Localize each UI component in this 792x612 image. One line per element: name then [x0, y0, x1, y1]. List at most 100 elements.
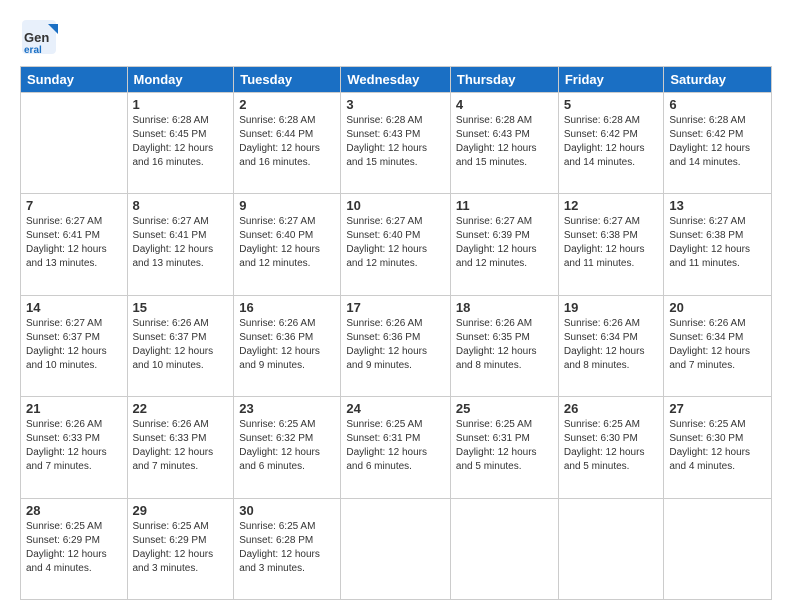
day-info: Sunrise: 6:25 AMSunset: 6:29 PMDaylight:…	[133, 520, 229, 576]
calendar-cell: 25 Sunrise: 6:25 AMSunset: 6:31 PMDayligh…	[450, 397, 558, 498]
day-number: 7	[26, 198, 122, 213]
calendar-cell: 11 Sunrise: 6:27 AMSunset: 6:39 PMDayligh…	[450, 194, 558, 295]
calendar-cell: 4Sunrise: 6:28 AMSunset: 6:43 PMDaylight…	[450, 93, 558, 194]
day-info: Sunrise: 6:26 AMSunset: 6:37 PMDaylight:…	[133, 317, 229, 373]
calendar-cell: 5 Sunrise: 6:28 AMSunset: 6:42 PMDaylight…	[558, 93, 664, 194]
calendar-cell: 6 Sunrise: 6:28 AMSunset: 6:42 PMDaylight…	[664, 93, 772, 194]
day-info: Sunrise: 6:26 AMSunset: 6:33 PMDaylight:…	[133, 418, 229, 474]
calendar-cell: 20Sunrise: 6:26 AMSunset: 6:34 PMDayligh…	[664, 295, 772, 396]
calendar-cell: 1 Sunrise: 6:28 AMSunset: 6:45 PMDaylight…	[127, 93, 234, 194]
weekday-header-wednesday: Wednesday	[341, 67, 451, 93]
calendar-cell	[664, 498, 772, 599]
calendar-cell: 8 Sunrise: 6:27 AMSunset: 6:41 PMDaylight…	[127, 194, 234, 295]
calendar-cell: 27 Sunrise: 6:25 AMSunset: 6:30 PMDayligh…	[664, 397, 772, 498]
day-info: Sunrise: 6:27 AMSunset: 6:41 PMDaylight:…	[133, 215, 229, 271]
day-number: 10	[346, 198, 445, 213]
weekday-header-saturday: Saturday	[664, 67, 772, 93]
day-info: Sunrise: 6:27 AMSunset: 6:41 PMDaylight:…	[26, 215, 122, 271]
weekday-header-sunday: Sunday	[21, 67, 128, 93]
calendar-cell: 3 Sunrise: 6:28 AMSunset: 6:43 PMDaylight…	[341, 93, 451, 194]
day-info: Sunrise: 6:27 AMSunset: 6:38 PMDaylight:…	[669, 215, 766, 271]
day-info: Sunrise: 6:25 AMSunset: 6:31 PMDaylight:…	[346, 418, 445, 474]
weekday-row: SundayMondayTuesdayWednesdayThursdayFrid…	[21, 67, 772, 93]
weekday-header-monday: Monday	[127, 67, 234, 93]
day-number: 3	[346, 97, 445, 112]
day-number: 29	[133, 503, 229, 518]
calendar-cell: 16Sunrise: 6:26 AMSunset: 6:36 PMDayligh…	[234, 295, 341, 396]
calendar-week-5: 28Sunrise: 6:25 AMSunset: 6:29 PMDayligh…	[21, 498, 772, 599]
svg-text:Gen: Gen	[24, 30, 49, 45]
calendar-week-1: 1 Sunrise: 6:28 AMSunset: 6:45 PMDaylight…	[21, 93, 772, 194]
day-info: Sunrise: 6:25 AMSunset: 6:31 PMDaylight:…	[456, 418, 553, 474]
day-info: Sunrise: 6:25 AMSunset: 6:28 PMDaylight:…	[239, 520, 335, 576]
day-info: Sunrise: 6:28 AMSunset: 6:43 PMDaylight:…	[456, 114, 553, 170]
calendar-cell: 15 Sunrise: 6:26 AMSunset: 6:37 PMDayligh…	[127, 295, 234, 396]
day-info: Sunrise: 6:26 AMSunset: 6:35 PMDaylight:…	[456, 317, 553, 373]
day-info: Sunrise: 6:25 AMSunset: 6:29 PMDaylight:…	[26, 520, 122, 576]
calendar-cell: 21 Sunrise: 6:26 AMSunset: 6:33 PMDayligh…	[21, 397, 128, 498]
calendar-cell: 18 Sunrise: 6:26 AMSunset: 6:35 PMDayligh…	[450, 295, 558, 396]
header: Gen eral	[20, 18, 772, 56]
calendar-cell: 26Sunrise: 6:25 AMSunset: 6:30 PMDayligh…	[558, 397, 664, 498]
calendar-cell: 13 Sunrise: 6:27 AMSunset: 6:38 PMDayligh…	[664, 194, 772, 295]
day-number: 19	[564, 300, 659, 315]
day-info: Sunrise: 6:26 AMSunset: 6:34 PMDaylight:…	[564, 317, 659, 373]
day-number: 1	[133, 97, 229, 112]
day-number: 8	[133, 198, 229, 213]
day-info: Sunrise: 6:26 AMSunset: 6:36 PMDaylight:…	[346, 317, 445, 373]
weekday-header-tuesday: Tuesday	[234, 67, 341, 93]
day-number: 16	[239, 300, 335, 315]
svg-text:eral: eral	[24, 45, 42, 56]
day-info: Sunrise: 6:26 AMSunset: 6:34 PMDaylight:…	[669, 317, 766, 373]
day-info: Sunrise: 6:27 AMSunset: 6:37 PMDaylight:…	[26, 317, 122, 373]
calendar-cell: 19 Sunrise: 6:26 AMSunset: 6:34 PMDayligh…	[558, 295, 664, 396]
day-number: 25	[456, 401, 553, 416]
calendar-cell: 23 Sunrise: 6:25 AMSunset: 6:32 PMDayligh…	[234, 397, 341, 498]
calendar-cell: 2Sunrise: 6:28 AMSunset: 6:44 PMDaylight…	[234, 93, 341, 194]
calendar-cell	[21, 93, 128, 194]
page: Gen eral SundayMondayTuesdayWednesdayThu…	[0, 0, 792, 612]
calendar-week-2: 7 Sunrise: 6:27 AMSunset: 6:41 PMDaylight…	[21, 194, 772, 295]
calendar-cell: 22 Sunrise: 6:26 AMSunset: 6:33 PMDayligh…	[127, 397, 234, 498]
day-number: 21	[26, 401, 122, 416]
day-info: Sunrise: 6:27 AMSunset: 6:38 PMDaylight:…	[564, 215, 659, 271]
day-info: Sunrise: 6:28 AMSunset: 6:45 PMDaylight:…	[133, 114, 229, 170]
day-info: Sunrise: 6:27 AMSunset: 6:40 PMDaylight:…	[239, 215, 335, 271]
day-number: 11	[456, 198, 553, 213]
calendar-cell: 14Sunrise: 6:27 AMSunset: 6:37 PMDayligh…	[21, 295, 128, 396]
day-number: 15	[133, 300, 229, 315]
logo: Gen eral	[20, 18, 60, 56]
calendar-cell: 28Sunrise: 6:25 AMSunset: 6:29 PMDayligh…	[21, 498, 128, 599]
day-number: 13	[669, 198, 766, 213]
day-info: Sunrise: 6:25 AMSunset: 6:30 PMDaylight:…	[669, 418, 766, 474]
calendar-cell: 7 Sunrise: 6:27 AMSunset: 6:41 PMDaylight…	[21, 194, 128, 295]
calendar-cell: 12 Sunrise: 6:27 AMSunset: 6:38 PMDayligh…	[558, 194, 664, 295]
calendar-cell: 17Sunrise: 6:26 AMSunset: 6:36 PMDayligh…	[341, 295, 451, 396]
day-number: 23	[239, 401, 335, 416]
day-info: Sunrise: 6:26 AMSunset: 6:33 PMDaylight:…	[26, 418, 122, 474]
day-number: 30	[239, 503, 335, 518]
calendar-week-4: 21 Sunrise: 6:26 AMSunset: 6:33 PMDayligh…	[21, 397, 772, 498]
day-number: 9	[239, 198, 335, 213]
weekday-header-friday: Friday	[558, 67, 664, 93]
calendar-cell	[341, 498, 451, 599]
day-number: 27	[669, 401, 766, 416]
day-info: Sunrise: 6:27 AMSunset: 6:39 PMDaylight:…	[456, 215, 553, 271]
calendar-cell: 24Sunrise: 6:25 AMSunset: 6:31 PMDayligh…	[341, 397, 451, 498]
day-info: Sunrise: 6:25 AMSunset: 6:32 PMDaylight:…	[239, 418, 335, 474]
day-number: 18	[456, 300, 553, 315]
calendar-week-3: 14Sunrise: 6:27 AMSunset: 6:37 PMDayligh…	[21, 295, 772, 396]
day-info: Sunrise: 6:28 AMSunset: 6:42 PMDaylight:…	[564, 114, 659, 170]
day-number: 5	[564, 97, 659, 112]
day-info: Sunrise: 6:28 AMSunset: 6:43 PMDaylight:…	[346, 114, 445, 170]
calendar-table: SundayMondayTuesdayWednesdayThursdayFrid…	[20, 66, 772, 600]
weekday-header-thursday: Thursday	[450, 67, 558, 93]
day-number: 6	[669, 97, 766, 112]
day-number: 12	[564, 198, 659, 213]
calendar-body: 1 Sunrise: 6:28 AMSunset: 6:45 PMDaylight…	[21, 93, 772, 600]
day-info: Sunrise: 6:27 AMSunset: 6:40 PMDaylight:…	[346, 215, 445, 271]
day-number: 22	[133, 401, 229, 416]
day-info: Sunrise: 6:28 AMSunset: 6:42 PMDaylight:…	[669, 114, 766, 170]
day-number: 2	[239, 97, 335, 112]
calendar-cell: 9 Sunrise: 6:27 AMSunset: 6:40 PMDaylight…	[234, 194, 341, 295]
